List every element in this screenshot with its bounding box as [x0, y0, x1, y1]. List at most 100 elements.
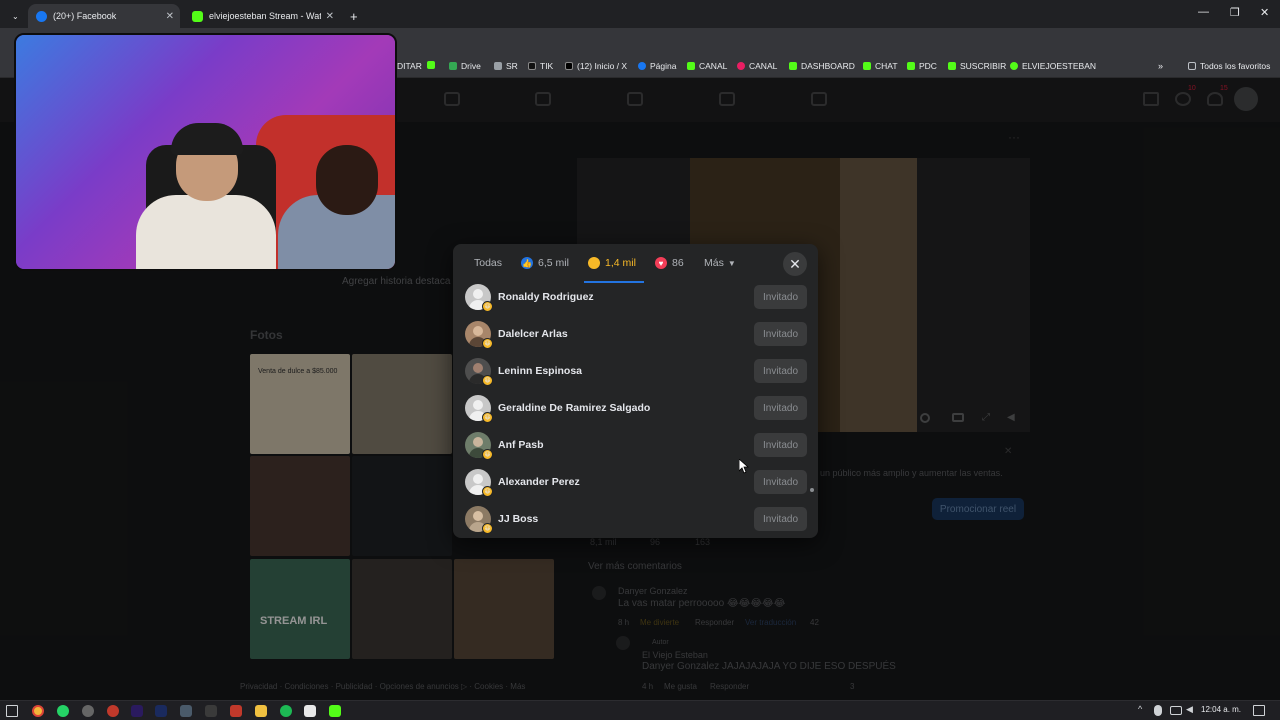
app-icon[interactable]	[304, 705, 316, 717]
scrollbar-thumb[interactable]	[810, 488, 814, 492]
bookmark-icon	[427, 61, 435, 69]
facebook-favicon-icon	[36, 10, 47, 22]
tab-love-reactions[interactable]: ♥ 86	[655, 257, 684, 269]
reaction-person-row[interactable]: 😆 JJ Boss Invitado	[453, 501, 818, 538]
love-icon: ♥	[655, 257, 667, 269]
bookmark-item[interactable]	[427, 61, 439, 69]
tab-kick-stream[interactable]: elviejoesteban Stream - Watch ✕	[184, 4, 340, 28]
invited-button[interactable]: Invitado	[754, 322, 807, 346]
person-left-cap	[171, 123, 243, 155]
clock[interactable]: 12:04 a. m.	[1201, 705, 1241, 714]
close-window-icon[interactable]: ✕	[1260, 6, 1269, 19]
close-dialog-button[interactable]: ✕	[783, 252, 807, 276]
spotify-icon[interactable]	[280, 705, 292, 717]
bookmark-item[interactable]: Página	[638, 61, 676, 71]
reaction-person-row[interactable]: 😆 Ronaldy Rodriguez Invitado	[453, 279, 818, 316]
chrome-icon[interactable]	[32, 705, 44, 717]
haha-badge-icon: 😆	[482, 375, 493, 386]
person-name[interactable]: Leninn Espinosa	[498, 365, 582, 377]
obs-icon[interactable]	[82, 705, 94, 717]
invited-button[interactable]: Invitado	[754, 433, 807, 457]
close-tab-icon[interactable]: ✕	[326, 11, 334, 22]
invited-button[interactable]: Invitado	[754, 507, 807, 531]
reaction-person-row[interactable]: 😆 Alexander Perez Invitado	[453, 464, 818, 501]
app-icon[interactable]	[107, 705, 119, 717]
bookmark-item[interactable]: (12) Inicio / X	[565, 61, 627, 71]
app-icon[interactable]	[180, 705, 192, 717]
app-icon[interactable]	[230, 705, 242, 717]
whatsapp-icon[interactable]	[57, 705, 69, 717]
person-name[interactable]: Geraldine De Ramirez Salgado	[498, 402, 650, 414]
tab-like-reactions[interactable]: 👍 6,5 mil	[521, 257, 569, 269]
drive-icon	[449, 62, 457, 70]
kick-icon[interactable]	[329, 705, 341, 717]
person-name[interactable]: JJ Boss	[498, 513, 538, 525]
file-explorer-icon[interactable]	[255, 705, 267, 717]
invited-button[interactable]: Invitado	[754, 470, 807, 494]
mouse-cursor-icon	[739, 459, 749, 474]
person-right-hair	[316, 145, 378, 215]
kick-icon	[863, 62, 871, 70]
haha-badge-icon: 😆	[482, 523, 493, 534]
kick-favicon-icon	[192, 10, 203, 22]
tab-haha-reactions[interactable]: 😆 1,4 mil	[588, 257, 636, 269]
haha-badge-icon: 😆	[482, 301, 493, 312]
person-name[interactable]: Dalelcer Arlas	[498, 328, 568, 340]
bookmark-item[interactable]: Drive	[449, 61, 481, 71]
close-tab-icon[interactable]: ✕	[166, 11, 174, 22]
kick-icon	[687, 62, 695, 70]
chevron-down-icon: ▼	[727, 258, 736, 268]
bookmark-item[interactable]: CANAL	[737, 61, 777, 71]
app-icon[interactable]	[205, 705, 217, 717]
browser-tab-bar: ⌄ (20+) Facebook ✕ elviejoesteban Stream…	[0, 0, 1280, 28]
reaction-person-row[interactable]: 😆 Geraldine De Ramirez Salgado Invitado	[453, 390, 818, 427]
volume-icon[interactable]: ◀	[1186, 704, 1193, 715]
kick-icon	[1010, 62, 1018, 70]
bookmark-item[interactable]: SR	[494, 61, 518, 71]
tiktok-icon	[528, 62, 536, 70]
bookmark-item[interactable]: DASHBOARD	[789, 61, 855, 71]
close-icon: ✕	[789, 255, 801, 272]
start-icon[interactable]	[6, 705, 18, 717]
person-name[interactable]: Anf Pasb	[498, 439, 544, 451]
tab-more-reactions[interactable]: Más ▼	[704, 257, 736, 269]
bookmark-item[interactable]: DITAR	[397, 61, 422, 71]
person-name[interactable]: Alexander Perez	[498, 476, 580, 488]
bookmark-item[interactable]: SUSCRIBIR	[948, 61, 1006, 71]
new-tab-button[interactable]: +	[342, 4, 364, 28]
bookmark-item[interactable]: PDC	[907, 61, 937, 71]
folder-icon	[1188, 62, 1196, 70]
microphone-icon[interactable]	[1154, 705, 1162, 716]
tab-all-reactions[interactable]: Todas	[474, 257, 502, 269]
reaction-person-row[interactable]: 😆 Dalelcer Arlas Invitado	[453, 316, 818, 353]
kick-icon	[789, 62, 797, 70]
bookmark-item[interactable]: ELVIEJOESTEBAN	[1010, 61, 1096, 71]
person-left-shirt	[136, 195, 276, 269]
invited-button[interactable]: Invitado	[754, 359, 807, 383]
reaction-person-row[interactable]: 😆 Anf Pasb Invitado	[453, 427, 818, 464]
tab-facebook[interactable]: (20+) Facebook ✕	[28, 4, 180, 28]
minimize-icon[interactable]: —	[1198, 6, 1209, 18]
invited-button[interactable]: Invitado	[754, 396, 807, 420]
x-icon	[565, 62, 573, 70]
bookmarks-overflow-icon[interactable]: »	[1158, 61, 1163, 71]
premiere-icon[interactable]	[131, 705, 143, 717]
bookmark-item[interactable]: TIK	[528, 61, 553, 71]
reaction-person-row[interactable]: 😆 Leninn Espinosa Invitado	[453, 353, 818, 390]
restore-icon[interactable]: ❐	[1230, 6, 1240, 19]
haha-icon: 😆	[588, 257, 600, 269]
tab-search-button[interactable]: ⌄	[4, 4, 24, 28]
notification-center-icon[interactable]	[1253, 705, 1265, 716]
invited-button[interactable]: Invitado	[754, 285, 807, 309]
reaction-tabs: Todas 👍 6,5 mil 😆 1,4 mil ♥ 86 Más ▼ ✕	[453, 244, 818, 284]
audition-icon[interactable]	[155, 705, 167, 717]
haha-badge-icon: 😆	[482, 486, 493, 497]
kick-icon	[907, 62, 915, 70]
network-icon[interactable]	[1170, 706, 1182, 715]
person-name[interactable]: Ronaldy Rodriguez	[498, 291, 594, 303]
bookmark-item[interactable]: CHAT	[863, 61, 898, 71]
all-bookmarks-folder[interactable]: Todos los favoritos	[1188, 61, 1270, 71]
bookmark-item[interactable]: CANAL	[687, 61, 727, 71]
tray-chevron-icon[interactable]: ^	[1138, 704, 1142, 714]
webcam-overlay	[14, 33, 397, 271]
